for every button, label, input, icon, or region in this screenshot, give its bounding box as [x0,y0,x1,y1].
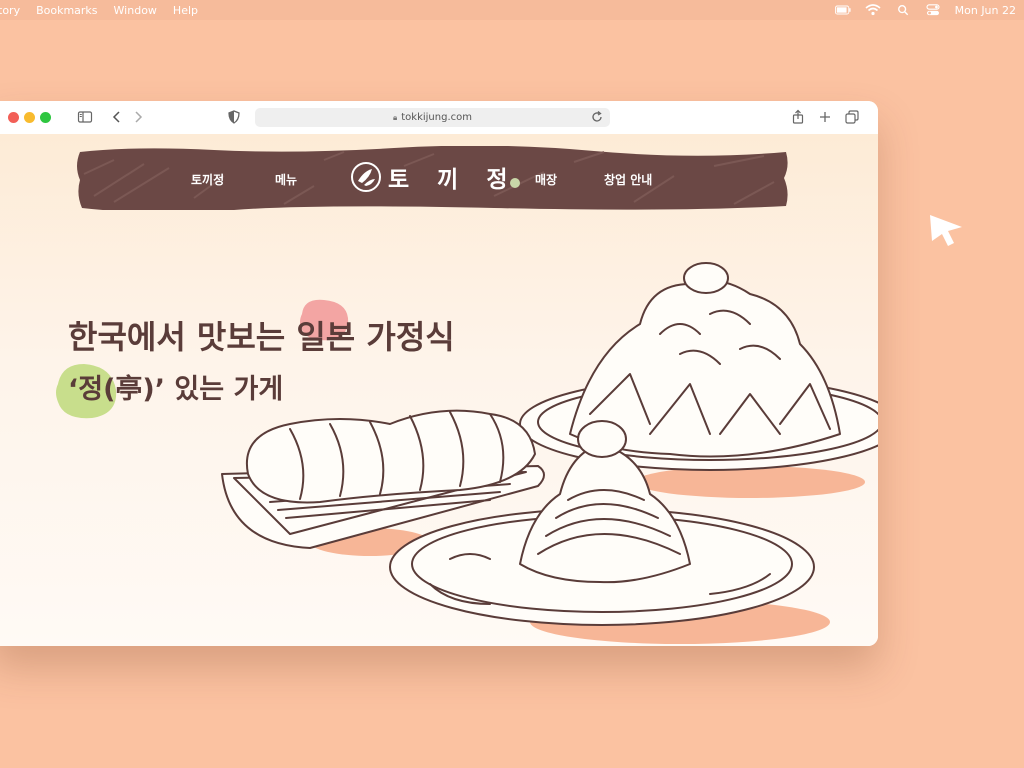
mouse-cursor-icon [930,215,962,246]
privacy-shield-icon[interactable] [226,109,242,125]
menu-history[interactable]: tory [0,4,20,17]
hero-subheadline: ‘정(亭)’ 있는 가게 [68,374,284,405]
sidebar-icon[interactable] [77,109,93,125]
minimize-window-button[interactable] [24,112,35,123]
menu-window[interactable]: Window [114,4,157,17]
menu-bar-clock[interactable]: Mon Jun 22 [955,4,1016,17]
lock-icon: 🔒︎ [392,112,398,122]
back-icon[interactable] [109,109,125,125]
wifi-icon[interactable] [865,4,881,16]
address-bar[interactable]: 🔒︎ tokkijung.com [255,108,610,127]
battery-icon[interactable] [834,4,851,16]
share-icon[interactable] [790,109,806,125]
hero-headline: 한국에서 맛보는 일본 가정식 [68,318,455,356]
spotlight-search-icon[interactable] [895,4,911,16]
web-page: 토끼정 메뉴 토 끼 정 매장 창업 안내 한국에서 맛보는 일본 가정식 ‘정… [0,134,878,646]
menu-help[interactable]: Help [173,4,198,17]
control-center-icon[interactable] [925,4,941,16]
menu-bookmarks[interactable]: Bookmarks [36,4,97,17]
menu-bar-status: Mon Jun 22 [834,0,1016,20]
reload-icon[interactable] [590,110,604,124]
forward-icon[interactable] [130,109,146,125]
menu-bar-items: tory Bookmarks Window Help [0,4,198,17]
browser-toolbar: 🔒︎ tokkijung.com [0,101,878,135]
zoom-window-button[interactable] [40,112,51,123]
browser-window: 🔒︎ tokkijung.com 토끼정 메뉴 토 끼 정 매장 창업 안내 한… [0,101,878,646]
close-window-button[interactable] [8,112,19,123]
address-url: tokkijung.com [401,112,472,123]
menu-bar: tory Bookmarks Window Help Mon Jun 22 [0,0,1024,20]
new-tab-icon[interactable] [817,109,833,125]
tab-overview-icon[interactable] [844,109,860,125]
